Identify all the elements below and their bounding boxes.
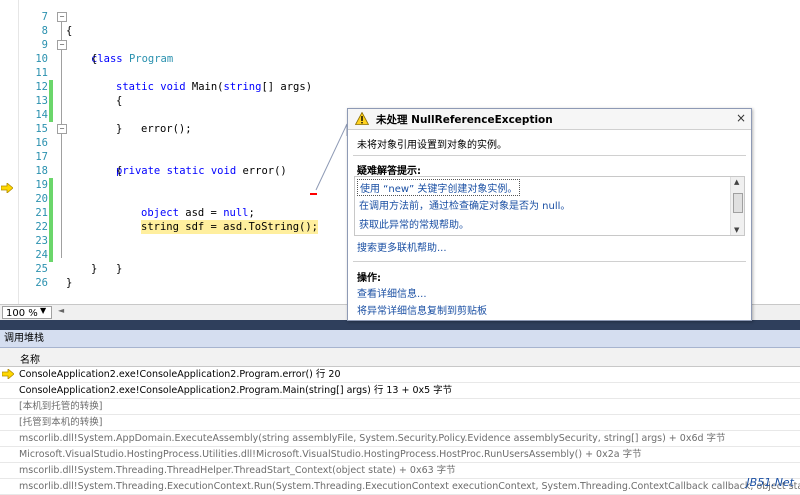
exception-assistant: 未处理 NullReferenceException × 未将对象引用设置到对象… bbox=[347, 108, 752, 321]
stack-frame-row[interactable]: ConsoleApplication2.exe!ConsoleApplicati… bbox=[0, 367, 800, 383]
stack-frame-row[interactable]: [托管到本机的转换] bbox=[0, 415, 800, 431]
exception-header: 未处理 NullReferenceException × bbox=[348, 109, 751, 130]
scroll-thumb[interactable] bbox=[733, 193, 743, 213]
warning-icon bbox=[355, 112, 369, 125]
frame-text: mscorlib.dll!System.Threading.ThreadHelp… bbox=[19, 465, 456, 476]
code-text: } bbox=[66, 277, 73, 289]
code-line-10[interactable]: 10 − static void Main(string[] args) bbox=[0, 38, 800, 93]
collapse-icon[interactable]: − bbox=[57, 40, 67, 50]
panel-title: 调用堆栈 bbox=[0, 330, 800, 348]
scroll-up-icon[interactable]: ▲ bbox=[734, 178, 739, 186]
stack-frame-row[interactable]: mscorlib.dll!System.AppDomain.ExecuteAss… bbox=[0, 431, 800, 447]
collapse-icon[interactable]: − bbox=[57, 124, 67, 134]
frame-text: mscorlib.dll!System.AppDomain.ExecuteAss… bbox=[19, 433, 726, 444]
column-name: 名称 bbox=[20, 355, 40, 366]
watermark-logo: JB51.Net bbox=[746, 476, 794, 489]
frame-text: ConsoleApplication2.exe!ConsoleApplicati… bbox=[19, 385, 453, 396]
exception-title: 未处理 NullReferenceException bbox=[376, 114, 553, 126]
frame-text: [本机到托管的转换] bbox=[19, 401, 103, 412]
troubleshooting-title: 疑难解答提示: bbox=[357, 166, 421, 177]
online-help-link[interactable]: 搜索更多联机帮助... bbox=[357, 239, 447, 254]
collapse-icon[interactable]: − bbox=[57, 12, 67, 22]
frame-text: [托管到本机的转换] bbox=[19, 417, 103, 428]
frame-text: Microsoft.VisualStudio.HostingProcess.Ut… bbox=[19, 449, 642, 460]
stack-frame-row[interactable]: mscorlib.dll!System.Threading.ExecutionC… bbox=[0, 479, 800, 495]
tips-scrollbar[interactable]: ▲ ▼ bbox=[730, 177, 744, 235]
stack-frame-row[interactable]: [本机到托管的转换] bbox=[0, 399, 800, 415]
code-line-14[interactable]: 14 } bbox=[0, 94, 800, 135]
code-line-13[interactable]: 13 error(); bbox=[0, 80, 800, 135]
actions-title: 操作: bbox=[357, 273, 381, 284]
view-details-link[interactable]: 查看详细信息... bbox=[357, 285, 427, 300]
tip-link[interactable]: 获取此异常的常规帮助。 bbox=[359, 216, 469, 231]
chevron-down-icon[interactable]: ▼ bbox=[40, 306, 46, 315]
panel-splitter[interactable] bbox=[0, 320, 800, 330]
column-header[interactable]: 名称 bbox=[0, 348, 800, 367]
stack-frame-row[interactable]: Microsoft.VisualStudio.HostingProcess.Ut… bbox=[0, 447, 800, 463]
troubleshooting-list[interactable]: 使用 “new” 关键字创建对象实例。 在调用方法前，通过检查确定对象是否为 n… bbox=[354, 176, 745, 236]
code-line-11[interactable]: 11 { bbox=[0, 52, 800, 107]
close-icon[interactable]: × bbox=[736, 111, 746, 125]
call-stack-panel: 调用堆栈 名称 ConsoleApplication2.exe!ConsoleA… bbox=[0, 330, 800, 495]
divider bbox=[353, 155, 746, 156]
stack-frame-row[interactable]: ConsoleApplication2.exe!ConsoleApplicati… bbox=[0, 383, 800, 399]
scroll-down-icon[interactable]: ▼ bbox=[734, 226, 739, 234]
code-line-9[interactable]: 9 { bbox=[0, 24, 800, 65]
scroll-left-icon[interactable]: ◄ bbox=[58, 306, 64, 315]
tip-link[interactable]: 在调用方法前，通过检查确定对象是否为 null。 bbox=[359, 197, 570, 212]
copy-details-link[interactable]: 将异常详细信息复制到剪贴板 bbox=[357, 302, 487, 317]
line-number: 26 bbox=[35, 277, 48, 289]
current-frame-arrow-icon bbox=[2, 369, 14, 379]
divider bbox=[353, 261, 746, 262]
stack-frame-row[interactable]: mscorlib.dll!System.Threading.ThreadHelp… bbox=[0, 463, 800, 479]
code-line-7[interactable]: 7 { bbox=[0, 0, 800, 37]
frame-text: ConsoleApplication2.exe!ConsoleApplicati… bbox=[19, 369, 341, 380]
tip-link[interactable]: 使用 “new” 关键字创建对象实例。 bbox=[357, 179, 521, 196]
code-line-12[interactable]: 12 bbox=[0, 66, 800, 108]
zoom-value: 100 % bbox=[6, 308, 38, 319]
code-line-8[interactable]: 8 − class Program bbox=[0, 10, 800, 65]
exception-message: 未将对象引用设置到对象的实例。 bbox=[357, 140, 507, 151]
